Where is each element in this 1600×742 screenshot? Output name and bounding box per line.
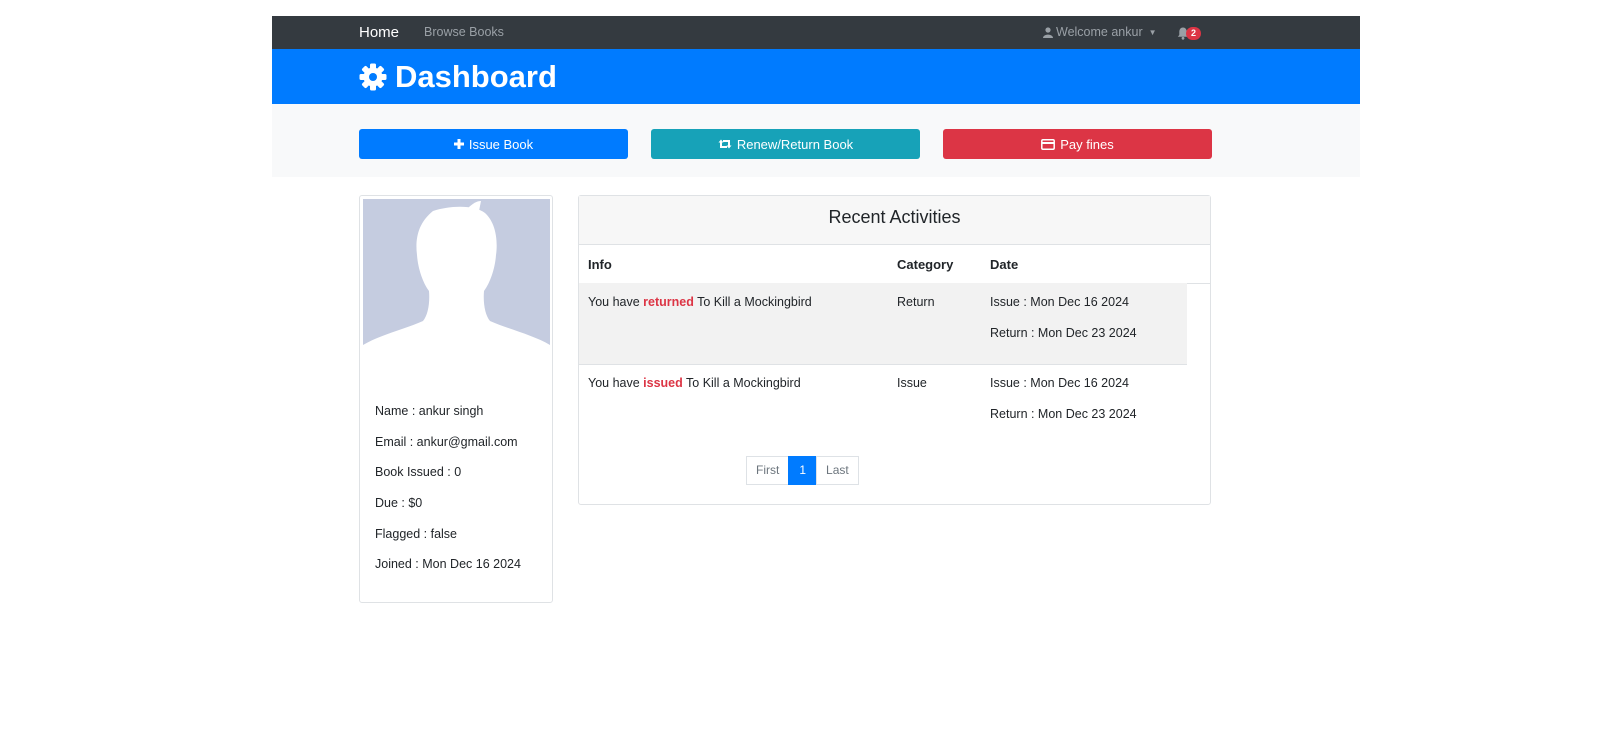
user-menu-dropdown[interactable]: Welcome ankur ▼	[1043, 16, 1157, 49]
info-prefix: You have	[588, 376, 644, 390]
profile-books-issued: Book Issued : 0	[375, 465, 462, 480]
renew-return-book-button[interactable]: Renew/Return Book	[651, 129, 920, 159]
pagination-last[interactable]: Last	[816, 456, 859, 485]
pay-fines-button[interactable]: Pay fines	[943, 129, 1212, 159]
profile-joined: Joined : Mon Dec 16 2024	[375, 557, 521, 572]
nav-home-link[interactable]: Home	[359, 16, 399, 49]
profile-due: Due : $0	[375, 496, 423, 511]
table-row: You have returned To Kill a Mockingbird …	[579, 283, 1187, 365]
issue-date: Issue : Mon Dec 16 2024	[990, 295, 1129, 309]
page: Home Browse Books Welcome ankur ▼ 2 Dash…	[272, 16, 1360, 603]
profile-info: Name : ankur singh Email : ankur@gmail.c…	[375, 402, 521, 586]
activity-book: To Kill a Mockingbird	[682, 376, 801, 390]
issue-date: Issue : Mon Dec 16 2024	[990, 376, 1129, 390]
top-navbar: Home Browse Books Welcome ankur ▼ 2	[272, 16, 1360, 49]
page-title-text: Dashboard	[395, 59, 557, 94]
notification-badge: 2	[1186, 26, 1202, 40]
profile-name: Name : ankur singh	[375, 404, 484, 418]
notifications-button[interactable]: 2	[1177, 25, 1202, 41]
table-row: You have issued To Kill a Mockingbird Is…	[579, 364, 1187, 445]
column-header-info: Info	[588, 257, 612, 272]
issue-book-button[interactable]: Issue Book	[359, 129, 628, 159]
plus-icon	[453, 139, 464, 149]
pay-fines-label: Pay fines	[1060, 136, 1114, 152]
pagination: First 1 Last	[746, 456, 859, 485]
activity-dates: Issue : Mon Dec 16 2024 Return : Mon Dec…	[990, 295, 1137, 356]
column-header-date: Date	[990, 257, 1019, 272]
recent-activities-card: Recent Activities Info Category Date You…	[578, 195, 1211, 505]
profile-card: Name : ankur singh Email : ankur@gmail.c…	[359, 195, 553, 603]
activity-info: You have returned To Kill a Mockingbird	[588, 295, 812, 309]
chevron-down-icon: ▼	[1148, 28, 1157, 37]
credit-card-icon	[1041, 138, 1056, 150]
pagination-first[interactable]: First	[746, 456, 790, 485]
profile-flagged: Flagged : false	[375, 526, 457, 541]
renew-return-book-label: Renew/Return Book	[736, 136, 854, 152]
activity-category: Issue	[897, 376, 927, 390]
activity-dates: Issue : Mon Dec 16 2024 Return : Mon Dec…	[990, 376, 1137, 437]
issue-book-label: Issue Book	[468, 136, 534, 152]
activity-info: You have issued To Kill a Mockingbird	[588, 376, 801, 390]
profile-email: Email : ankur@gmail.com	[375, 434, 518, 449]
table-header: Info Category Date	[579, 245, 1210, 284]
return-date: Return : Mon Dec 23 2024	[990, 406, 1137, 421]
action-bar: Issue Book Renew/Return Book Pay fines	[272, 104, 1360, 177]
welcome-label: Welcome ankur	[1056, 25, 1143, 39]
user-icon	[1043, 27, 1053, 38]
avatar	[363, 199, 550, 374]
pagination-page-1[interactable]: 1	[788, 456, 818, 485]
page-title: Dashboard	[359, 49, 557, 104]
page-header: Dashboard	[272, 49, 1360, 104]
activity-category: Return	[897, 295, 935, 309]
retweet-icon	[718, 139, 732, 149]
info-prefix: You have	[588, 295, 644, 309]
return-date: Return : Mon Dec 23 2024	[990, 325, 1137, 340]
gear-icon	[359, 63, 387, 90]
nav-browse-books-link[interactable]: Browse Books	[424, 16, 504, 49]
user-silhouette-icon	[363, 199, 550, 374]
activity-action: issued	[643, 376, 683, 390]
recent-activities-title: Recent Activities	[579, 196, 1210, 245]
column-header-category: Category	[897, 257, 954, 272]
activity-book: To Kill a Mockingbird	[693, 295, 812, 309]
activity-action: returned	[643, 295, 694, 309]
